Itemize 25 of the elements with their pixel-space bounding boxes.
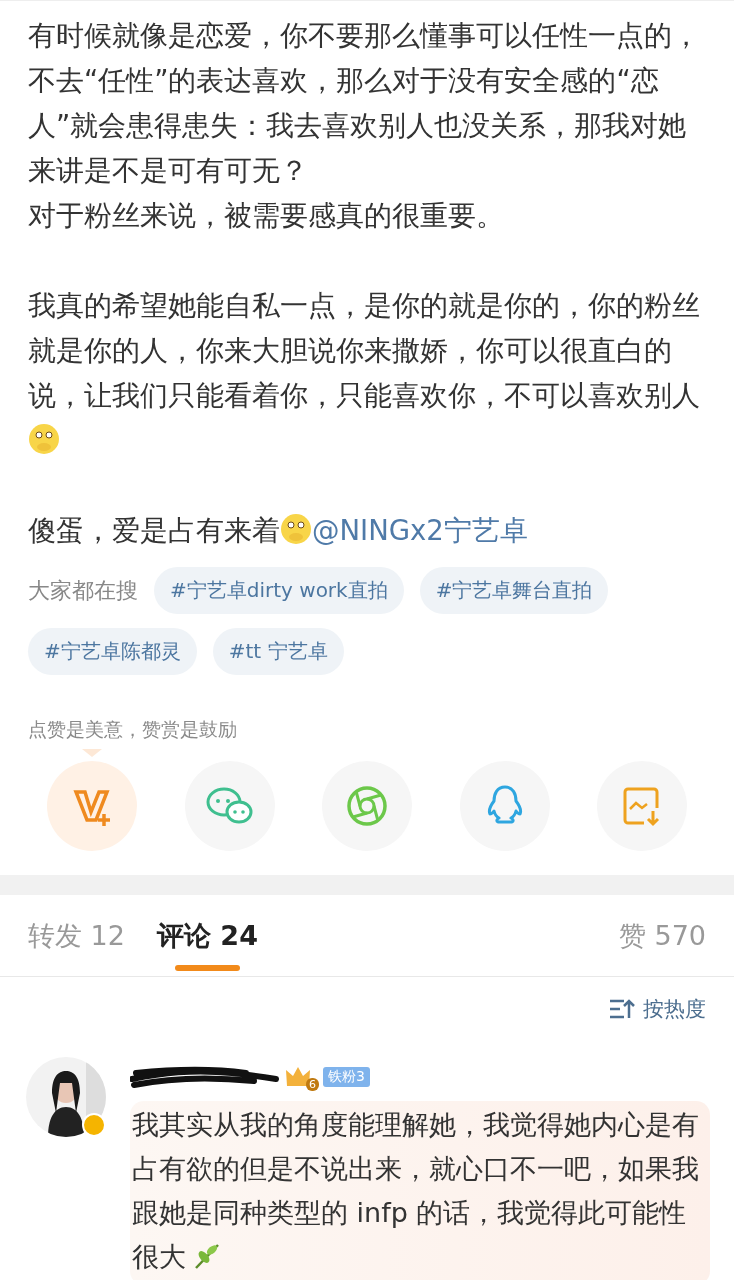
aperture-icon — [346, 785, 388, 827]
crying-emoji-icon — [280, 513, 312, 545]
post-paragraph: 对于粉丝来说，被需要感真的很重要。 — [28, 198, 505, 233]
hot-search-label: 大家都在搜 — [28, 576, 138, 605]
post-paragraph: 我真的希望她能自私一点，是你的就是你的，你的粉丝就是你的人，你来大胆说你来撒娇，你可以很直白的说，让我们只能看着你，只能喜欢你，不可以喜欢别人 — [28, 283, 708, 463]
topic-tag[interactable]: #tt 宁艺卓 — [212, 628, 344, 675]
crying-emoji-icon — [28, 423, 60, 455]
tab[interactable]: 赞 570 — [618, 894, 706, 977]
chat-bubbles-icon — [205, 786, 254, 826]
crown-level: 6 — [306, 1078, 319, 1091]
topic-tag[interactable]: #宁艺卓dirty work直拍 — [154, 567, 404, 614]
sort-button[interactable]: 按热度 — [609, 995, 706, 1023]
tab[interactable]: 评论 24 — [156, 894, 258, 977]
post-paragraph: 傻蛋，爱是占有来着 @NINGx2宁艺卓 — [28, 512, 529, 548]
tab-underline — [174, 964, 240, 971]
topic-tag[interactable]: #宁艺卓陈都灵 — [28, 628, 197, 675]
mention-link[interactable]: @NINGx2宁艺卓 — [312, 514, 528, 546]
reward-hint: 点赞是美意，赞赏是鼓励 — [27, 717, 238, 742]
comment-text: 我其实从我的角度能理解她，我觉得她内心是有占有欲的但是不说出来，就心口不一吧，如果我跟她是同种类型的 infp 的话，我觉得此可能性很大 — [130, 1101, 710, 1280]
fan-badge: 铁粉3 — [323, 1067, 370, 1087]
sort-icon — [609, 998, 635, 1020]
tab[interactable]: 转发 12 — [28, 894, 125, 977]
image-download-icon — [622, 785, 662, 827]
topic-tag[interactable]: #宁艺卓舞台直拍 — [419, 567, 609, 614]
post-paragraph: 有时候就像是恋爱，你不要那么懂事可以任性一点的，不去“任性”的表达喜欢，那么对于没有安全感的“恋人”就会患得患失：我去喜欢别人也没关系，那我对她来讲是不是可有可无？ — [28, 18, 701, 188]
